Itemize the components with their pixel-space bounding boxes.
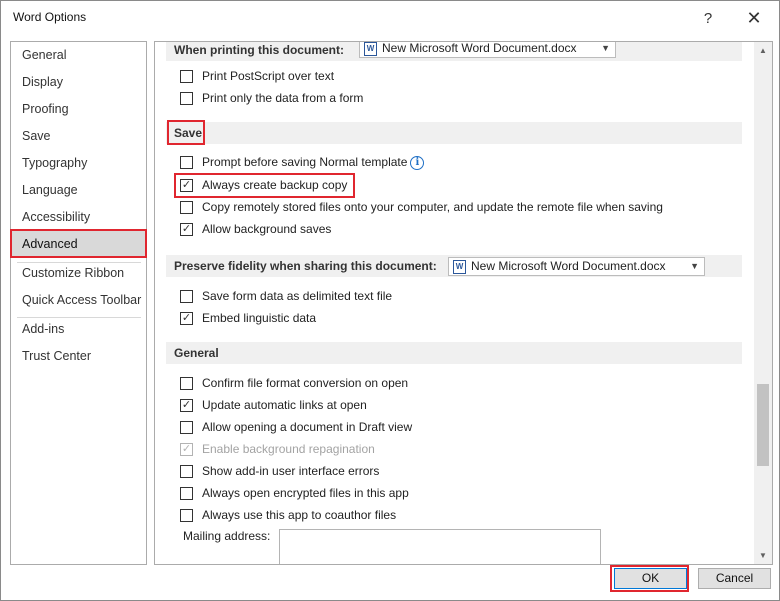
prompt-normal-template-checkbox[interactable] bbox=[180, 156, 193, 169]
print-postscript-label: Print PostScript over text bbox=[202, 69, 335, 83]
prompt-normal-template-label: Prompt before saving Normal template i bbox=[202, 153, 425, 171]
help-button[interactable]: ? bbox=[693, 5, 723, 31]
printing-section-header: When printing this document: W New Micro… bbox=[166, 41, 742, 61]
save-section-header: Save bbox=[166, 122, 742, 144]
coauthor-checkbox[interactable] bbox=[180, 509, 193, 522]
mailing-address-input[interactable] bbox=[279, 529, 601, 564]
scroll-up-icon[interactable]: ▲ bbox=[754, 42, 772, 59]
info-icon[interactable]: i bbox=[410, 155, 425, 170]
background-repagination-checkbox: ✓ bbox=[180, 443, 193, 456]
title-bar: Word Options ? ✕ bbox=[1, 1, 779, 35]
ok-button[interactable]: OK bbox=[614, 568, 687, 589]
nav-item-typography[interactable]: Typography bbox=[11, 150, 146, 177]
backup-copy-checkbox[interactable]: ✓ bbox=[180, 179, 193, 192]
background-saves-label: Allow background saves bbox=[202, 222, 332, 236]
update-links-checkbox[interactable]: ✓ bbox=[180, 399, 193, 412]
chevron-down-icon: ▼ bbox=[601, 43, 610, 53]
nav-item-proofing[interactable]: Proofing bbox=[11, 96, 146, 123]
embed-linguistic-label: Embed linguistic data bbox=[202, 311, 317, 325]
copy-remote-files-checkbox[interactable] bbox=[180, 201, 193, 214]
general-header-label: General bbox=[174, 346, 219, 360]
nav-item-save[interactable]: Save bbox=[11, 123, 146, 150]
nav-item-trust-center[interactable]: Trust Center bbox=[11, 343, 146, 370]
printing-header-label: When printing this document: bbox=[174, 43, 344, 57]
print-form-data-checkbox[interactable] bbox=[180, 92, 193, 105]
fidelity-header-label: Preserve fidelity when sharing this docu… bbox=[174, 259, 437, 273]
printing-document-dropdown[interactable]: W New Microsoft Word Document.docx ▼ bbox=[359, 41, 616, 58]
fidelity-document-value: New Microsoft Word Document.docx bbox=[471, 259, 666, 273]
print-postscript-checkbox[interactable] bbox=[180, 70, 193, 83]
open-encrypted-checkbox[interactable] bbox=[180, 487, 193, 500]
save-form-data-checkbox[interactable] bbox=[180, 290, 193, 303]
nav-item-customize-ribbon[interactable]: Customize Ribbon bbox=[11, 260, 146, 287]
close-icon[interactable]: ✕ bbox=[739, 5, 769, 31]
background-repagination-label: Enable background repagination bbox=[202, 442, 375, 456]
confirm-conversion-checkbox[interactable] bbox=[180, 377, 193, 390]
coauthor-label: Always use this app to coauthor files bbox=[202, 508, 397, 522]
word-document-icon: W bbox=[364, 42, 377, 56]
printing-document-value: New Microsoft Word Document.docx bbox=[382, 41, 577, 55]
update-links-label: Update automatic links at open bbox=[202, 398, 367, 412]
mailing-address-label: Mailing address: bbox=[183, 529, 271, 543]
addin-errors-checkbox[interactable] bbox=[180, 465, 193, 478]
nav-item-quick-access-toolbar[interactable]: Quick Access Toolbar bbox=[11, 287, 146, 314]
nav-item-general[interactable]: General bbox=[11, 42, 146, 69]
nav-item-accessibility[interactable]: Accessibility bbox=[11, 204, 146, 231]
general-section-header: General bbox=[166, 342, 742, 364]
embed-linguistic-checkbox[interactable]: ✓ bbox=[180, 312, 193, 325]
word-options-dialog: Word Options ? ✕ General Display Proofin… bbox=[0, 0, 780, 601]
confirm-conversion-label: Confirm file format conversion on open bbox=[202, 376, 409, 390]
draft-view-checkbox[interactable] bbox=[180, 421, 193, 434]
nav-item-display[interactable]: Display bbox=[11, 69, 146, 96]
chevron-down-icon: ▼ bbox=[690, 261, 699, 271]
nav-item-language[interactable]: Language bbox=[11, 177, 146, 204]
background-saves-checkbox[interactable]: ✓ bbox=[180, 223, 193, 236]
dialog-title: Word Options bbox=[13, 10, 87, 24]
print-form-data-label: Print only the data from a form bbox=[202, 91, 364, 105]
fidelity-document-dropdown[interactable]: W New Microsoft Word Document.docx ▼ bbox=[448, 257, 705, 276]
save-form-data-label: Save form data as delimited text file bbox=[202, 289, 393, 303]
scroll-down-icon[interactable]: ▼ bbox=[754, 547, 772, 564]
word-document-icon: W bbox=[453, 260, 466, 274]
scrollbar-thumb[interactable] bbox=[757, 384, 769, 466]
draft-view-label: Allow opening a document in Draft view bbox=[202, 420, 413, 434]
options-pane: When printing this document: W New Micro… bbox=[154, 41, 773, 565]
addin-errors-label: Show add-in user interface errors bbox=[202, 464, 380, 478]
fidelity-section-header: Preserve fidelity when sharing this docu… bbox=[166, 255, 742, 277]
backup-copy-label: Always create backup copy bbox=[202, 178, 348, 192]
vertical-scrollbar[interactable]: ▲ ▼ bbox=[754, 42, 772, 564]
copy-remote-files-label: Copy remotely stored files onto your com… bbox=[202, 200, 663, 214]
category-list: General Display Proofing Save Typography… bbox=[10, 41, 147, 565]
nav-item-advanced[interactable]: Advanced bbox=[11, 231, 146, 258]
nav-item-add-ins[interactable]: Add-ins bbox=[11, 316, 146, 343]
open-encrypted-label: Always open encrypted files in this app bbox=[202, 486, 409, 500]
cancel-button[interactable]: Cancel bbox=[698, 568, 771, 589]
save-header-label: Save bbox=[174, 126, 203, 140]
